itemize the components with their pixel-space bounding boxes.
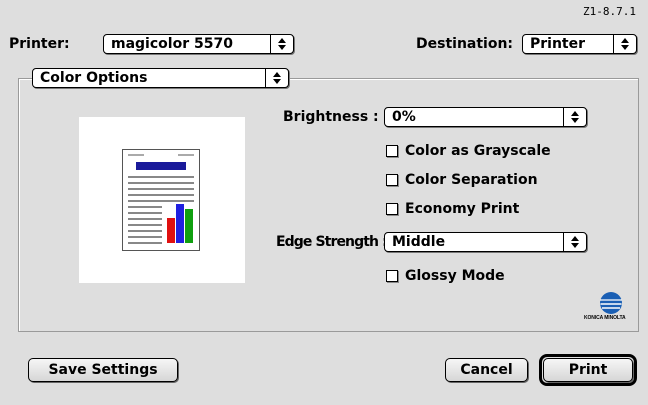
destination-popup[interactable]: Printer	[522, 34, 637, 54]
edge-strength-popup-value: Middle	[392, 234, 446, 250]
printer-label: Printer:	[9, 36, 70, 52]
checkbox-box[interactable]	[386, 174, 398, 186]
popup-arrows-icon	[563, 108, 586, 126]
panel-selector-popup[interactable]: Color Options	[32, 68, 289, 88]
destination-popup-value: Printer	[530, 36, 586, 52]
economy-print-checkbox[interactable]: Economy Print	[386, 201, 519, 217]
destination-label: Destination:	[416, 36, 514, 52]
checkbox-box[interactable]	[386, 270, 398, 282]
color-separation-checkbox[interactable]: Color Separation	[386, 172, 538, 188]
cancel-button[interactable]: Cancel	[445, 358, 528, 382]
save-settings-button[interactable]: Save Settings	[28, 358, 178, 382]
konica-minolta-globe-icon	[600, 292, 622, 314]
document-preview-icon	[122, 149, 200, 251]
version-label: Z1-8.7.1	[583, 5, 636, 18]
printer-popup-value: magicolor 5570	[111, 36, 233, 52]
checkbox-label: Color as Grayscale	[405, 143, 551, 159]
popup-arrows-icon	[270, 35, 293, 53]
panel-selector-value: Color Options	[40, 70, 148, 86]
print-button[interactable]: Print	[543, 358, 633, 382]
checkbox-label: Glossy Mode	[405, 268, 505, 284]
glossy-mode-checkbox[interactable]: Glossy Mode	[386, 268, 505, 284]
popup-arrows-icon	[613, 35, 636, 53]
page-preview	[79, 117, 245, 283]
popup-arrows-icon	[265, 69, 288, 87]
brightness-label: Brightness :	[283, 109, 379, 125]
edge-strength-label: Edge Strength :	[276, 234, 388, 250]
popup-arrows-icon	[563, 233, 586, 251]
brightness-popup-value: 0%	[392, 109, 416, 125]
checkbox-box[interactable]	[386, 203, 398, 215]
edge-strength-popup[interactable]: Middle	[384, 232, 587, 252]
color-as-grayscale-checkbox[interactable]: Color as Grayscale	[386, 143, 551, 159]
checkbox-label: Economy Print	[405, 201, 520, 217]
checkbox-box[interactable]	[386, 145, 398, 157]
checkbox-label: Color Separation	[405, 172, 538, 188]
konica-minolta-logo-text: KONICA MINOLTA	[584, 315, 626, 321]
brightness-popup[interactable]: 0%	[384, 107, 587, 127]
printer-popup[interactable]: magicolor 5570	[103, 34, 294, 54]
